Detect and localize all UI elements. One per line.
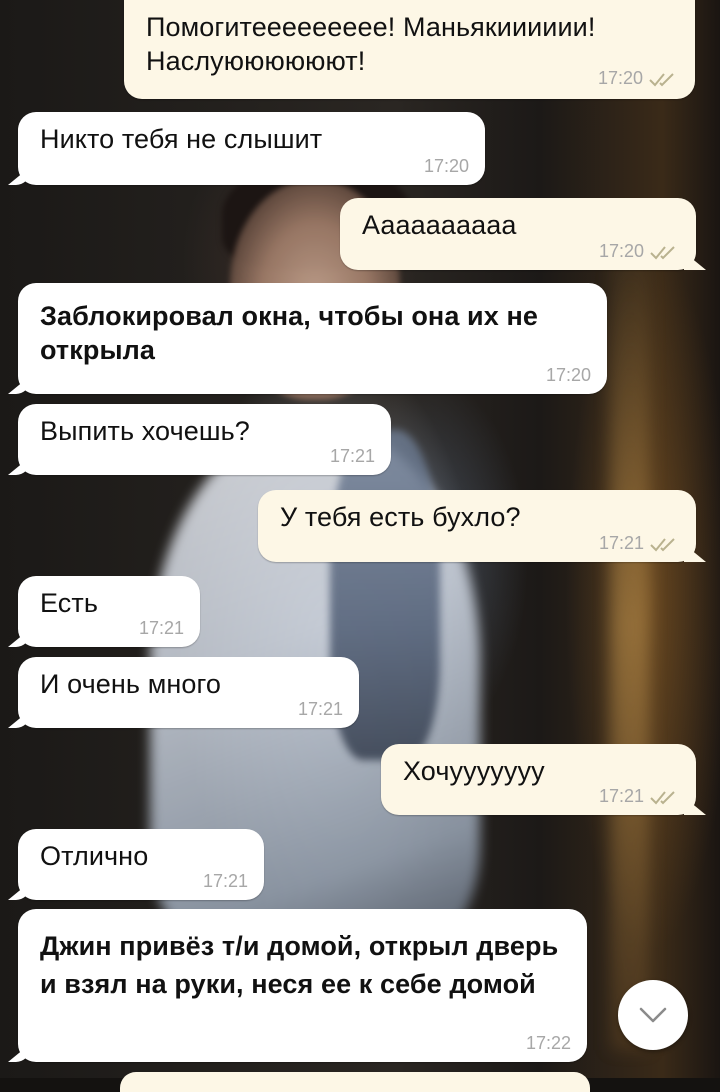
- message-text: Заблокировал окна, чтобы она их не откры…: [40, 301, 538, 365]
- message-incoming[interactable]: Никто тебя не слышит 17:20: [18, 112, 485, 185]
- message-time: 17:20: [598, 241, 644, 261]
- message-time: 17:20: [597, 68, 643, 88]
- message-meta: 17:21: [298, 699, 343, 720]
- message-text: Помогитеееееееее! Маньякииииии! Наслуююю…: [146, 12, 596, 76]
- message-outgoing[interactable]: Помогитеееееееее! Маньякииииии! Наслуююю…: [124, 0, 695, 99]
- message-text: Хочууууууу: [403, 756, 545, 786]
- message-time: 17:20: [423, 156, 469, 176]
- message-text: Никто тебя не слышит: [40, 124, 323, 154]
- message-outgoing[interactable]: Аааааааааа 17:20: [340, 198, 696, 270]
- message-incoming[interactable]: И очень много 17:21: [18, 657, 359, 728]
- message-meta: 17:21: [203, 871, 248, 892]
- message-text: Аааааааааа: [362, 210, 517, 240]
- double-check-icon: [649, 72, 674, 86]
- message-meta: 17:20: [546, 365, 591, 386]
- message-time: 17:21: [598, 533, 644, 553]
- message-meta: 17:21: [599, 533, 680, 554]
- message-outgoing[interactable]: У тебя есть бухло? 17:21: [258, 490, 696, 562]
- message-time: 17:22: [525, 1033, 571, 1053]
- message-incoming[interactable]: Выпить хочешь? 17:21: [18, 404, 391, 475]
- message-text: У тебя есть бухло?: [280, 502, 521, 532]
- message-time: 17:21: [297, 699, 343, 719]
- message-time: 17:20: [545, 365, 591, 385]
- scroll-to-bottom-button[interactable]: [618, 980, 688, 1050]
- message-incoming[interactable]: Отлично 17:21: [18, 829, 264, 900]
- double-check-icon: [650, 245, 675, 259]
- message-meta: 17:20: [598, 68, 679, 89]
- message-outgoing[interactable]: Хочууууууу 17:21: [381, 744, 696, 815]
- message-time: 17:21: [202, 871, 248, 891]
- message-text: Отлично: [40, 841, 149, 871]
- message-time: 17:21: [138, 618, 184, 638]
- message-text: И очень много: [40, 669, 221, 699]
- double-check-icon: [650, 537, 675, 551]
- message-meta: 17:21: [139, 618, 184, 639]
- message-meta: 17:22: [526, 1033, 571, 1054]
- chevron-down-icon: [639, 1007, 667, 1023]
- message-time: 17:21: [598, 786, 644, 806]
- double-check-icon: [650, 790, 675, 804]
- message-time: 17:21: [329, 446, 375, 466]
- message-incoming[interactable]: Заблокировал окна, чтобы она их не откры…: [18, 283, 607, 394]
- message-text: Выпить хочешь?: [40, 416, 250, 446]
- message-list: Помогитеееееееее! Маньякииииии! Наслуююю…: [0, 0, 720, 1092]
- message-text: Джин привёз т/и домой, открыл дверь и вз…: [40, 931, 559, 999]
- next-message-peek: [120, 1072, 590, 1092]
- message-meta: 17:21: [330, 446, 375, 467]
- message-incoming[interactable]: Джин привёз т/и домой, открыл дверь и вз…: [18, 909, 587, 1062]
- message-meta: 17:21: [599, 786, 680, 807]
- message-incoming[interactable]: Есть 17:21: [18, 576, 200, 647]
- message-meta: 17:20: [599, 241, 680, 262]
- message-text: Есть: [40, 588, 99, 618]
- message-meta: 17:20: [424, 156, 469, 177]
